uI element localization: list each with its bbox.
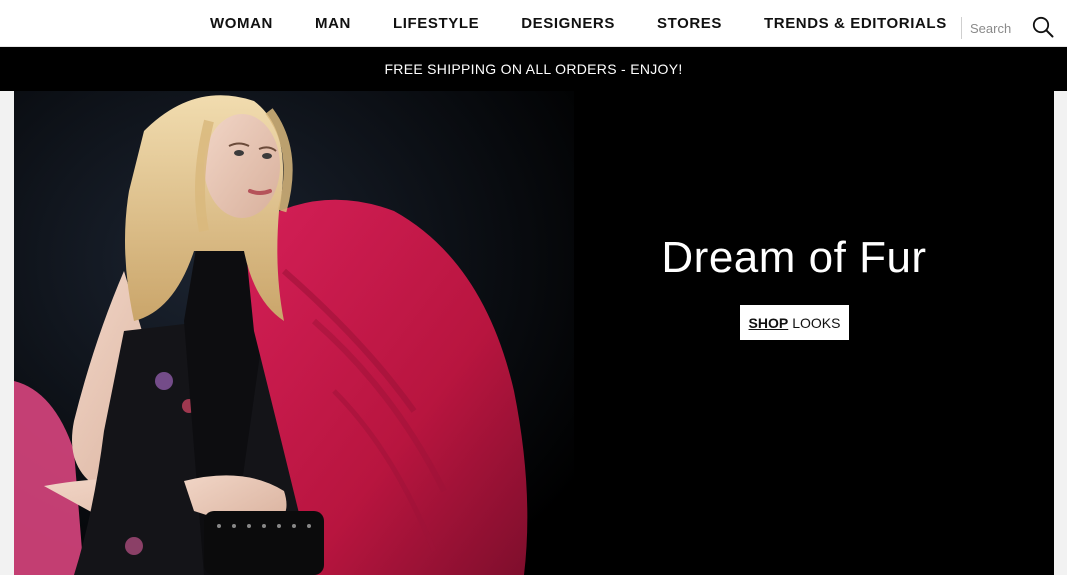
shop-label: SHOP — [748, 314, 789, 331]
hero-banner: Dream of Fur SHOP LOOKS — [14, 91, 1054, 575]
search-box — [961, 16, 1057, 39]
hero-title: Dream of Fur — [661, 233, 927, 282]
promo-text: FREE SHIPPING ON ALL ORDERS - ENJOY! — [384, 61, 683, 77]
main-nav: WOMAN MAN LIFESTYLE DESIGNERS STORES TRE… — [190, 0, 947, 47]
top-navigation: WOMAN MAN LIFESTYLE DESIGNERS STORES TRE… — [0, 0, 1067, 47]
nav-item-woman[interactable]: WOMAN — [210, 15, 273, 32]
search-input[interactable] — [970, 20, 1028, 36]
nav-item-stores[interactable]: STORES — [657, 15, 722, 32]
nav-item-man[interactable]: MAN — [315, 15, 351, 32]
nav-item-designers[interactable]: DESIGNERS — [521, 15, 615, 32]
shop-looks-button[interactable]: SHOP LOOKS — [740, 305, 849, 340]
search-divider — [961, 17, 962, 39]
promo-banner: FREE SHIPPING ON ALL ORDERS - ENJOY! — [0, 47, 1067, 91]
nav-item-lifestyle[interactable]: LIFESTYLE — [393, 15, 479, 32]
search-icon[interactable] — [1032, 16, 1054, 38]
nav-item-trends-editorials[interactable]: TRENDS & EDITORIALS — [764, 15, 947, 32]
hero-model-photo[interactable] — [14, 91, 574, 575]
looks-label: LOOKS — [792, 314, 841, 331]
